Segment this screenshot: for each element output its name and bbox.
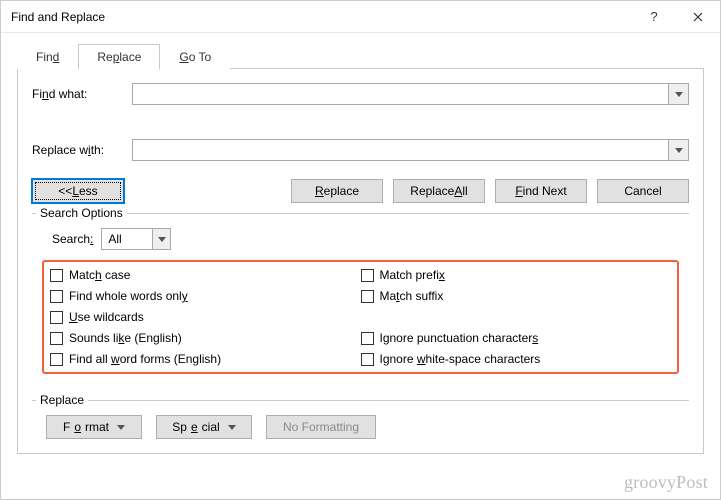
ignore-punct-check[interactable]: Ignore punctuation characters — [361, 331, 672, 345]
special-button[interactable]: Special — [156, 415, 252, 439]
bottom-buttons: Format Special No Formatting — [32, 415, 689, 439]
replace-all-button[interactable]: Replace All — [393, 179, 485, 203]
checkbox-icon — [361, 332, 374, 345]
dialog-title: Find and Replace — [11, 10, 632, 24]
ignore-ws-check[interactable]: Ignore white-space characters — [361, 352, 672, 366]
tab-panel: Find what: Replace with: << Less Replace… — [17, 69, 704, 454]
watermark: groovyPost — [624, 472, 708, 493]
check-col-right: Match prefix Match suffix Ignore punctua… — [361, 268, 672, 366]
find-what-row: Find what: — [32, 83, 689, 105]
replace-with-label: Replace with: — [32, 143, 132, 157]
search-direction-value: All — [102, 232, 152, 246]
tab-strip: Find Replace Go To — [17, 43, 704, 69]
no-formatting-button[interactable]: No Formatting — [266, 415, 376, 439]
word-forms-check[interactable]: Find all word forms (English) — [50, 352, 361, 366]
tab-goto-u: G — [179, 50, 188, 64]
match-prefix-check[interactable]: Match prefix — [361, 268, 672, 282]
tab-underline — [230, 43, 704, 69]
tab-find-u: d — [53, 50, 60, 64]
checkbox-icon — [361, 353, 374, 366]
search-options-checks: Match case Find whole words only Use wil… — [42, 260, 679, 374]
sounds-like-check[interactable]: Sounds like (English) — [50, 331, 361, 345]
close-button[interactable] — [676, 2, 720, 32]
dialog-body: Find Replace Go To Find what: Replace wi… — [1, 33, 720, 454]
checkbox-icon — [50, 311, 63, 324]
spacer — [32, 111, 689, 139]
chevron-down-icon — [228, 425, 236, 430]
replace-section-legend: Replace — [36, 393, 88, 407]
chevron-down-icon — [158, 237, 166, 242]
checkbox-icon — [50, 269, 63, 282]
find-what-input[interactable] — [133, 84, 668, 104]
search-options-group: Search Options Search: All Match case Fi… — [32, 213, 689, 384]
format-button[interactable]: Format — [46, 415, 142, 439]
search-options-legend: Search Options — [36, 206, 127, 220]
chevron-down-icon — [675, 148, 683, 153]
match-suffix-check[interactable]: Match suffix — [361, 289, 672, 303]
replace-with-input[interactable] — [133, 140, 668, 160]
chevron-down-icon — [117, 425, 125, 430]
replace-section: Replace Format Special No Formatting — [32, 400, 689, 439]
search-direction-select[interactable]: All — [101, 228, 171, 250]
checkbox-icon — [50, 353, 63, 366]
checkbox-icon — [361, 290, 374, 303]
cancel-button[interactable]: Cancel — [597, 179, 689, 203]
tab-replace-u: p — [113, 50, 120, 64]
search-label: Search: — [52, 232, 93, 246]
help-button[interactable]: ? — [632, 2, 676, 32]
search-direction-chevron[interactable] — [152, 229, 170, 249]
checkbox-icon — [50, 290, 63, 303]
tab-goto[interactable]: Go To — [160, 44, 230, 70]
less-button[interactable]: << Less — [32, 179, 124, 203]
replace-with-combo[interactable] — [132, 139, 689, 161]
replace-button[interactable]: Replace — [291, 179, 383, 203]
wildcards-check[interactable]: Use wildcards — [50, 310, 361, 324]
whole-words-check[interactable]: Find whole words only — [50, 289, 361, 303]
check-col-left: Match case Find whole words only Use wil… — [50, 268, 361, 366]
replace-with-row: Replace with: — [32, 139, 689, 161]
tab-replace[interactable]: Replace — [78, 44, 160, 70]
match-case-check[interactable]: Match case — [50, 268, 361, 282]
titlebar: Find and Replace ? — [1, 1, 720, 33]
action-buttons: << Less Replace Replace All Find Next Ca… — [32, 179, 689, 203]
find-what-dropdown[interactable] — [668, 84, 688, 104]
find-next-button[interactable]: Find Next — [495, 179, 587, 203]
checkbox-icon — [50, 332, 63, 345]
search-direction-row: Search: All — [52, 228, 679, 250]
checkbox-icon — [361, 269, 374, 282]
chevron-down-icon — [675, 92, 683, 97]
find-what-label: Find what: — [32, 87, 132, 101]
replace-with-dropdown[interactable] — [668, 140, 688, 160]
find-what-combo[interactable] — [132, 83, 689, 105]
close-icon — [693, 12, 703, 22]
tab-find[interactable]: Find — [17, 44, 78, 70]
